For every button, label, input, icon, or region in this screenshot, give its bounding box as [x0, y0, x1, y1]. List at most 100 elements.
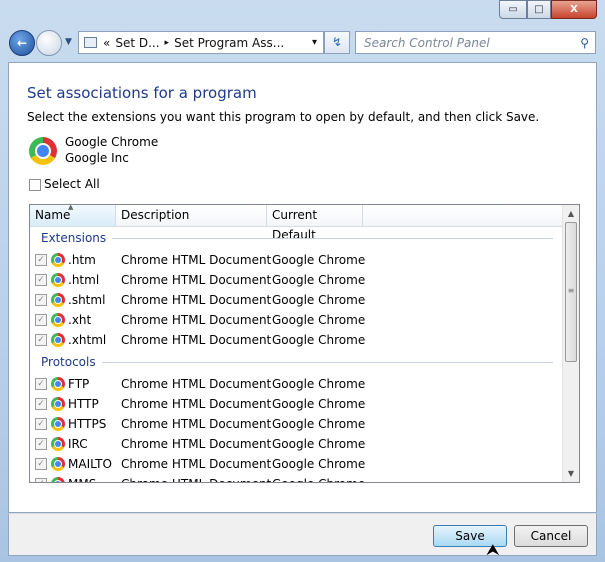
- control-panel-icon: [84, 37, 97, 48]
- close-button[interactable]: X: [551, 0, 597, 19]
- item-current-default: Google Chrome: [272, 474, 365, 482]
- list-item[interactable]: ✓ IRC Chrome HTML Document Google Chrome: [30, 434, 564, 454]
- cancel-button[interactable]: Cancel: [514, 525, 588, 547]
- program-name: Google Chrome: [65, 135, 159, 149]
- item-checkbox[interactable]: ✓: [35, 478, 47, 482]
- select-all-label[interactable]: Select All: [44, 177, 100, 191]
- item-description: Chrome HTML Document: [121, 437, 272, 451]
- breadcrumb-overflow[interactable]: «: [103, 36, 110, 50]
- chrome-icon: [51, 437, 65, 451]
- back-button[interactable]: ←: [9, 30, 35, 56]
- group-header: Extensions: [41, 230, 553, 246]
- list-item[interactable]: ✓ FTP Chrome HTML Document Google Chrome: [30, 374, 564, 394]
- column-header-name[interactable]: Name ▲: [30, 205, 116, 227]
- item-description: Chrome HTML Document: [121, 293, 272, 307]
- item-name: .htm: [68, 253, 96, 267]
- breadcrumb-set-default[interactable]: Set D...: [115, 36, 159, 50]
- item-name: HTTPS: [68, 417, 107, 431]
- chrome-icon: [51, 417, 65, 431]
- item-checkbox[interactable]: ✓: [35, 438, 47, 450]
- item-description: Chrome HTML Document: [121, 313, 272, 327]
- mouse-cursor-icon: ⮝: [486, 540, 500, 559]
- content-pane: Set associations for a program Select th…: [8, 62, 597, 513]
- search-input[interactable]: Search Control Panel ⚲: [355, 31, 596, 54]
- list-item[interactable]: ✓ MAILTO Chrome HTML Document Google Chr…: [30, 454, 564, 474]
- item-name: .xhtml: [68, 333, 107, 347]
- chrome-icon: [51, 333, 65, 347]
- item-current-default: Google Chrome: [272, 293, 366, 307]
- item-checkbox[interactable]: ✓: [35, 418, 47, 430]
- scroll-down-icon[interactable]: ▼: [563, 465, 579, 482]
- item-description: Chrome HTML Document: [121, 457, 272, 471]
- item-checkbox[interactable]: ✓: [35, 314, 47, 326]
- breadcrumb-separator-icon[interactable]: ▸: [165, 38, 170, 48]
- list-item[interactable]: ✓ .htm Chrome HTML Document Google Chrom…: [30, 250, 564, 270]
- list-item[interactable]: ✓ .shtml Chrome HTML Document Google Chr…: [30, 290, 564, 310]
- search-icon[interactable]: ⚲: [580, 36, 589, 50]
- column-header-description[interactable]: Description: [116, 205, 267, 227]
- chrome-icon: [51, 457, 65, 471]
- list-item[interactable]: ✓ HTTP Chrome HTML Document Google Chrom…: [30, 394, 564, 414]
- list-item[interactable]: ✓ HTTPS Chrome HTML Document Google Chro…: [30, 414, 564, 434]
- list-item[interactable]: ✓ .xht Chrome HTML Document Google Chrom…: [30, 310, 564, 330]
- sort-ascending-icon: ▲: [68, 204, 74, 211]
- item-current-default: Google Chrome: [272, 273, 366, 287]
- item-current-default: Google Chrome: [272, 333, 366, 347]
- item-name: FTP: [68, 377, 90, 391]
- item-current-default: Google Chrome: [272, 377, 366, 391]
- page-title: Set associations for a program: [27, 84, 257, 102]
- item-checkbox[interactable]: ✓: [35, 274, 47, 286]
- item-current-default: Google Chrome: [272, 253, 366, 267]
- scrollbar-thumb[interactable]: ≡: [565, 222, 577, 362]
- search-placeholder: Search Control Panel: [364, 35, 490, 50]
- list-item[interactable]: ✓ .xhtml Chrome HTML Document Google Chr…: [30, 330, 564, 350]
- address-bar[interactable]: « Set D... ▸ Set Program Ass... ▾: [78, 31, 324, 54]
- breadcrumb-set-program-associations[interactable]: Set Program Ass...: [174, 36, 284, 50]
- column-header-current-default[interactable]: Current Default: [267, 205, 363, 242]
- item-description: Chrome HTML Document: [121, 417, 272, 431]
- refresh-icon: ↯: [331, 35, 343, 49]
- item-name: MAILTO: [68, 457, 112, 471]
- item-current-default: Google Chrome: [272, 313, 366, 327]
- chrome-icon: [51, 477, 65, 482]
- instructions-text: Select the extensions you want this prog…: [27, 110, 540, 124]
- chrome-icon: [51, 377, 65, 391]
- chrome-icon: [51, 293, 65, 307]
- forward-button[interactable]: [36, 30, 62, 56]
- item-description: Chrome HTML Document: [121, 333, 272, 347]
- column-header-filler: [363, 205, 564, 227]
- item-checkbox[interactable]: ✓: [35, 254, 47, 266]
- scroll-up-icon[interactable]: ▲: [563, 205, 579, 222]
- chrome-icon: [51, 397, 65, 411]
- address-dropdown-icon[interactable]: ▾: [312, 37, 317, 48]
- group-divider: [112, 237, 553, 239]
- chrome-icon: [51, 273, 65, 287]
- chrome-icon: [51, 253, 65, 267]
- item-name: MMS: [68, 474, 96, 482]
- group-divider: [101, 361, 553, 363]
- associations-list: Name ▲ Description Current Default Extens…: [29, 204, 580, 483]
- chrome-icon: [51, 313, 65, 327]
- list-item[interactable]: ✓ .html Chrome HTML Document Google Chro…: [30, 270, 564, 290]
- vertical-scrollbar[interactable]: ▲ ≡ ▼: [562, 205, 579, 482]
- item-current-default: Google Chrome: [272, 417, 366, 431]
- item-current-default: Google Chrome: [272, 397, 366, 411]
- maximize-button[interactable]: □: [527, 0, 551, 19]
- item-current-default: Google Chrome: [272, 437, 366, 451]
- item-checkbox[interactable]: ✓: [35, 398, 47, 410]
- footer-bar: Save Cancel ⮝: [8, 513, 597, 559]
- item-checkbox[interactable]: ✓: [35, 458, 47, 470]
- refresh-button[interactable]: ↯: [324, 31, 350, 54]
- item-name: .html: [68, 273, 100, 287]
- item-description: Chrome HTML Document: [121, 377, 272, 391]
- item-checkbox[interactable]: ✓: [35, 378, 47, 390]
- item-description: Chrome HTML Document: [121, 253, 272, 267]
- item-checkbox[interactable]: ✓: [35, 294, 47, 306]
- select-all-checkbox[interactable]: [29, 179, 41, 191]
- item-checkbox[interactable]: ✓: [35, 334, 47, 346]
- item-description: Chrome HTML Document: [121, 397, 272, 411]
- recent-pages-dropdown[interactable]: ▼: [65, 37, 72, 47]
- list-item[interactable]: ✓ MMS Chrome HTML Document Google Chrome: [30, 474, 564, 482]
- chrome-program-icon: [29, 137, 57, 165]
- minimize-button[interactable]: ▭: [499, 0, 527, 19]
